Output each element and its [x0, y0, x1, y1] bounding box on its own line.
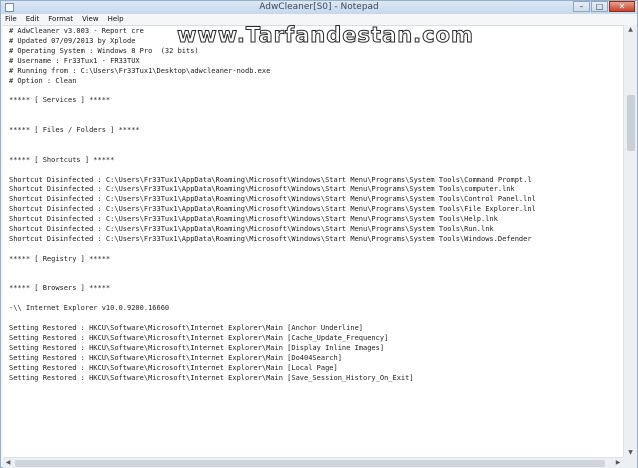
text-line: Setting Restored : HKCU\Software\Microso…	[9, 333, 389, 342]
maximize-button[interactable]: □	[591, 1, 608, 12]
scroll-left-icon[interactable]: ◀	[3, 458, 13, 468]
menu-edit[interactable]: Edit	[26, 14, 40, 25]
text-line: -\\ Internet Explorer v10.0.9200.16660	[9, 304, 170, 313]
text-line: # Operating System : Windows 8 Pro (32 b…	[9, 46, 199, 55]
text-line: ***** [ Files / Folders ] *****	[9, 126, 140, 134]
menu-view[interactable]: View	[82, 14, 99, 25]
text-line: ***** [ Registry ] *****	[9, 254, 111, 263]
horizontal-scroll-thumb[interactable]	[15, 460, 605, 467]
scroll-down-icon[interactable]: ▼	[624, 448, 637, 457]
text-line: Shortcut Disinfected : C:\Users\Fr33Tux1…	[9, 205, 536, 214]
text-line: ***** [ Services ] *****	[9, 96, 111, 105]
text-line: Shortcut Disinfected : C:\Users\Fr33Tux1…	[9, 215, 498, 224]
watermark: www.Tarfandestan.com	[177, 23, 474, 48]
vertical-scroll-thumb[interactable]	[627, 95, 635, 151]
text-line: Setting Restored : HKCU\Software\Microso…	[9, 343, 385, 352]
text-line: Shortcut Disinfected : C:\Users\Fr33Tux1…	[9, 185, 515, 194]
text-line: Setting Restored : HKCU\Software\Microso…	[9, 373, 414, 382]
minimize-button[interactable]: –	[573, 1, 590, 12]
title-bar[interactable]: AdwCleaner[S0] - Notepad – □ ✕	[1, 1, 637, 14]
vertical-scrollbar[interactable]: ▲ ▼	[623, 25, 637, 457]
scroll-right-icon[interactable]: ▶	[613, 458, 623, 468]
text-line: Shortcut Disinfected : C:\Users\Fr33Tux1…	[9, 234, 532, 243]
window-title: AdwCleaner[S0] - Notepad	[259, 2, 379, 12]
window-controls: – □ ✕	[572, 1, 635, 13]
text-line: ***** [ Browsers ] *****	[9, 284, 111, 293]
text-line: Shortcut Disinfected : C:\Users\Fr33Tux1…	[9, 225, 494, 233]
text-line: # AdwCleaner v3.003 - Report cre	[9, 27, 144, 35]
text-line: Setting Restored : HKCU\Software\Microso…	[9, 353, 342, 362]
text-line: # Username : Fr33Tux1 - FR33TUX	[9, 56, 140, 65]
text-editor[interactable]: # AdwCleaner v3.003 - Report cre # Update…	[3, 25, 623, 457]
close-button[interactable]: ✕	[609, 1, 635, 12]
text-line: Setting Restored : HKCU\Software\Microso…	[9, 324, 364, 332]
text-line: Shortcut Disinfected : C:\Users\Fr33Tux1…	[9, 195, 536, 204]
text-line: # Running from : C:\Users\Fr33Tux1\Deskt…	[9, 66, 271, 75]
scroll-up-icon[interactable]: ▲	[624, 25, 637, 34]
horizontal-scrollbar[interactable]: ◀ ▶	[3, 457, 623, 468]
menu-file[interactable]: File	[5, 14, 17, 25]
menu-format[interactable]: Format	[48, 14, 73, 25]
text-line: Shortcut Disinfected : C:\Users\Fr33Tux1…	[9, 175, 532, 184]
text-line: ***** [ Shortcuts ] *****	[9, 155, 115, 164]
text-line: # Option : Clean	[9, 76, 77, 85]
notepad-window: AdwCleaner[S0] - Notepad – □ ✕ File Edit…	[0, 0, 638, 468]
menu-help[interactable]: Help	[108, 14, 124, 25]
text-line: Setting Restored : HKCU\Software\Microso…	[9, 363, 338, 372]
text-line: # Updated 07/09/2013 by Xplode	[9, 36, 136, 45]
size-grip[interactable]	[623, 457, 637, 468]
